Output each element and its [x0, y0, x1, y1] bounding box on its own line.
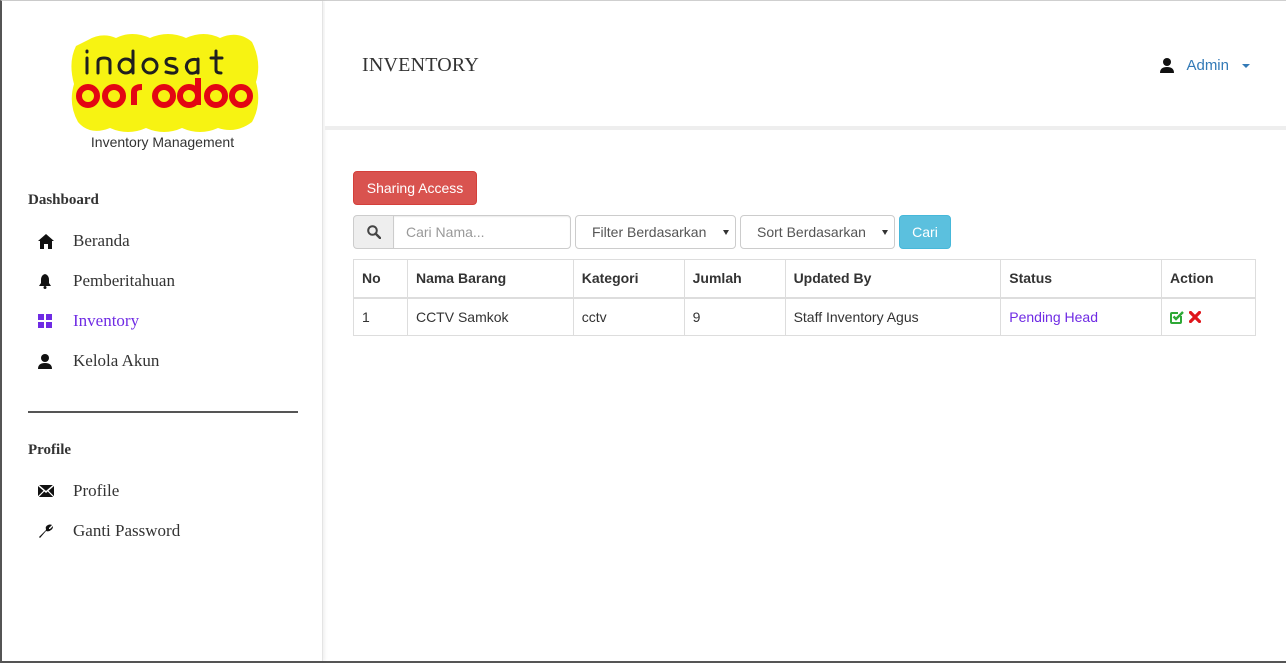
top-header: INVENTORY Admin: [325, 1, 1286, 130]
cell-updated-by: Staff Inventory Agus: [784, 297, 1002, 336]
cell-jumlah: 9: [683, 297, 786, 336]
column-header-action: Action: [1161, 259, 1256, 299]
dropdown-arrow-icon: [882, 230, 888, 235]
filter-select-value: Filter Berdasarkan: [592, 224, 707, 240]
sidebar-item-beranda[interactable]: Beranda: [38, 229, 130, 253]
cell-no: 1: [353, 297, 408, 336]
column-header-kategori: Kategori: [572, 259, 685, 299]
caret-down-icon: [1242, 63, 1250, 68]
cell-action: [1161, 297, 1256, 336]
sidebar-item-label: Pemberitahuan: [73, 271, 175, 290]
sidebar-item-ganti-password[interactable]: Ganti Password: [38, 519, 180, 543]
column-header-no: No: [353, 259, 408, 299]
filter-select[interactable]: Filter Berdasarkan: [575, 215, 736, 249]
table-header-row: No Nama Barang Kategori Jumlah Updated B…: [353, 259, 1256, 299]
wrench-icon: [38, 522, 64, 540]
sidebar-heading-profile: Profile: [28, 442, 72, 458]
sidebar-heading-dashboard: Dashboard: [28, 192, 99, 208]
envelope-icon: [38, 482, 64, 500]
sort-select[interactable]: Sort Berdasarkan: [740, 215, 895, 249]
sidebar-item-kelola-akun[interactable]: Kelola Akun: [38, 349, 159, 373]
home-icon: [38, 232, 64, 250]
user-icon: [1160, 58, 1175, 73]
column-header-status: Status: [1000, 259, 1163, 299]
reject-icon[interactable]: [1189, 310, 1202, 323]
approve-icon[interactable]: [1170, 310, 1184, 324]
dropdown-arrow-icon: [723, 230, 729, 235]
sidebar-item-label: Kelola Akun: [73, 351, 160, 370]
sidebar-item-label: Profile: [73, 481, 120, 500]
cell-nama-barang: CCTV Samkok: [406, 297, 574, 336]
search-input[interactable]: [393, 215, 571, 249]
sidebar-item-inventory[interactable]: Inventory: [38, 309, 139, 333]
sidebar-item-label: Inventory: [73, 311, 140, 330]
sidebar-item-profile[interactable]: Profile: [38, 479, 119, 503]
sidebar-item-label: Ganti Password: [73, 521, 181, 540]
column-header-jumlah: Jumlah: [683, 259, 786, 299]
column-header-updated-by: Updated By: [784, 259, 1002, 299]
search-icon[interactable]: [353, 215, 394, 249]
sharing-access-button[interactable]: Sharing Access: [353, 171, 477, 205]
sidebar-item-label: Beranda: [73, 231, 130, 250]
user-dropdown[interactable]: Admin: [1160, 57, 1250, 74]
cell-kategori: cctv: [572, 297, 685, 336]
sidebar-item-pemberitahuan[interactable]: Pemberitahuan: [38, 269, 175, 293]
cari-button[interactable]: Cari: [899, 215, 951, 249]
inventory-table: No Nama Barang Kategori Jumlah Updated B…: [353, 259, 1256, 336]
indosat-ooredoo-logo: [68, 32, 260, 134]
sidebar-divider: [28, 411, 298, 413]
sort-select-value: Sort Berdasarkan: [757, 224, 866, 240]
app-subtitle: Inventory Management: [90, 134, 235, 150]
user-name: Admin: [1186, 57, 1229, 74]
user-icon: [38, 352, 64, 370]
status-badge: Pending Head: [1000, 297, 1163, 336]
page-title: INVENTORY: [362, 54, 479, 76]
column-header-nama-barang: Nama Barang: [406, 259, 574, 299]
sidebar: Inventory Management Dashboard Beranda P…: [2, 1, 323, 661]
table-row: 1 CCTV Samkok cctv 9 Staff Inventory Agu…: [353, 297, 1256, 336]
bell-icon: [38, 272, 64, 290]
th-large-icon: [38, 312, 64, 330]
